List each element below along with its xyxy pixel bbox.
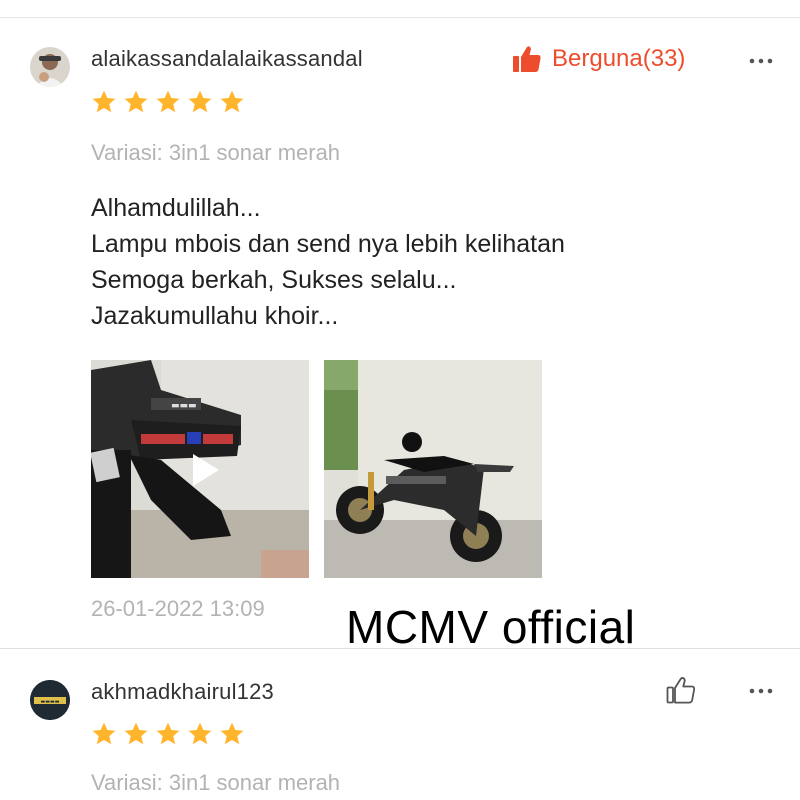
star-icon [124,90,148,113]
star-icon [92,90,116,113]
star-icon [220,90,244,113]
helpful-button[interactable] [666,675,696,705]
review-text: Alhamdulillah... Lampu mbois dan send ny… [91,190,565,334]
helpful-count-label: Berguna(33) [552,45,686,72]
star-icon [188,722,212,745]
avatar-image: ▬▬▬▬ [30,680,70,720]
reviewer-username[interactable]: alaikassandalalaikassandal [91,46,363,72]
star-icon [124,722,148,745]
avatar[interactable]: ▬▬▬▬ [30,680,70,720]
review-text-line: Semoga berkah, Sukses selalu... [91,266,457,294]
helpful-button[interactable]: Berguna(33) [512,44,685,74]
variation-label: Variasi: 3in1 sonar merah [91,770,341,795]
star-icon [156,90,180,113]
avatar[interactable] [30,47,70,87]
reviewer-username[interactable]: akhmadkhairul123 [91,679,274,705]
thumbs-up-outline-icon [666,677,696,704]
rating-stars [91,721,245,747]
star-icon [220,722,244,745]
star-icon [156,722,180,745]
review-text-line: Lampu mbois dan send nya lebih kelihatan [91,230,565,258]
play-icon [193,454,219,486]
motorcycle-side-photo-image [324,360,542,578]
more-dots-icon [749,688,773,694]
svg-text:▬▬▬▬: ▬▬▬▬ [41,699,60,705]
review-video-thumbnail[interactable]: ▬▬▬ [91,360,309,578]
variation-label: Variasi: 3in1 sonar merah [91,140,341,165]
review-text-line: Alhamdulillah... [91,194,261,222]
avatar-image [30,47,70,87]
review-photo-thumbnail[interactable] [324,360,542,578]
review-card: alaikassandalalaikassandal Berguna(33) V… [0,0,800,653]
review-card: ▬▬▬▬ akhmadkhairul123 Variasi: 3in1 sona… [0,649,800,800]
review-text-line: Jazakumullahu khoir... [91,302,339,330]
svg-text:▬▬▬: ▬▬▬ [171,401,197,411]
watermark-text: MCMV official [346,601,636,653]
star-icon [92,722,116,745]
star-icon [188,90,212,113]
more-dots-icon [749,58,773,64]
review-timestamp: 26-01-2022 13:09 [91,596,265,621]
thumbs-up-filled-icon [513,46,541,72]
more-options-button[interactable] [746,51,776,71]
rating-stars [91,89,245,115]
more-options-button[interactable] [746,681,776,701]
